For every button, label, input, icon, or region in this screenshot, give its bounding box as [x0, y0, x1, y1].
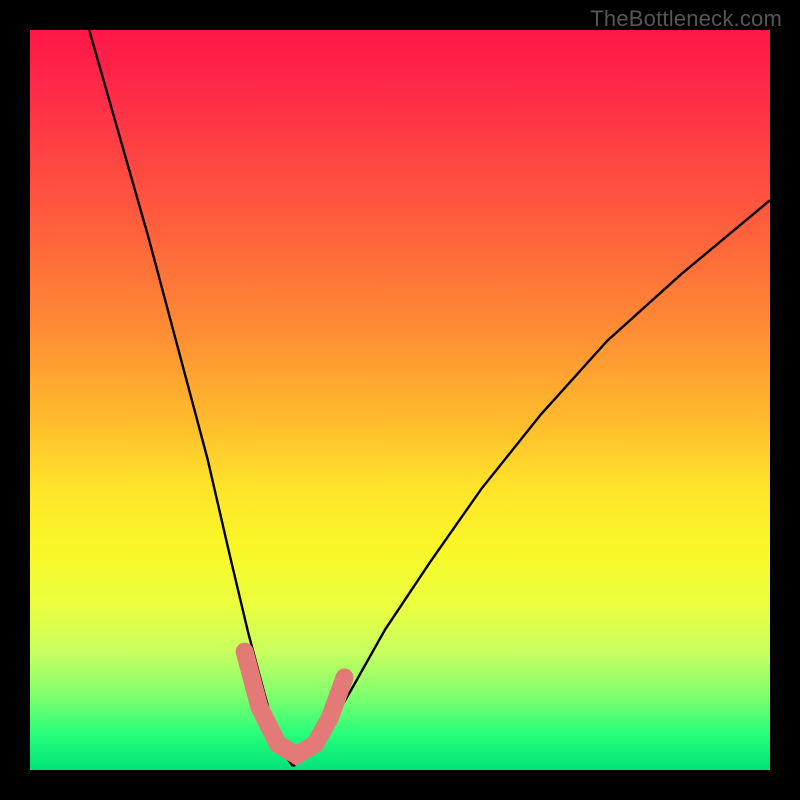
curve-overlay	[30, 30, 770, 770]
bottleneck-curve-right	[293, 200, 770, 766]
watermark-label: TheBottleneck.com	[590, 6, 782, 32]
chart-container: TheBottleneck.com	[0, 0, 800, 800]
plot-area	[30, 30, 770, 770]
optimal-range-marker	[245, 652, 345, 756]
bottleneck-curve-left	[89, 30, 293, 766]
